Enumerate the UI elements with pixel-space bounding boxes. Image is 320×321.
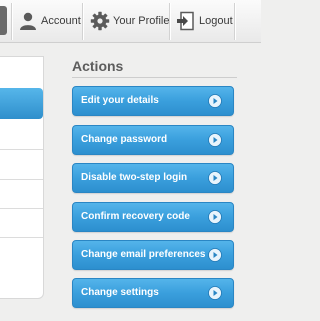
actions-heading: Actions [72, 58, 124, 74]
nav-item-label: Account [41, 15, 81, 27]
nav-item-label: Your Profile [113, 15, 170, 27]
nav-item-account[interactable]: Account [18, 9, 81, 33]
panel-header-bar [0, 88, 43, 119]
button-label: Edit your details [81, 95, 159, 106]
arrow-right-icon [208, 210, 222, 224]
change-settings-button[interactable]: Change settings [72, 278, 234, 308]
arrow-right-icon [208, 286, 222, 300]
arrow-right-icon [208, 94, 222, 108]
button-label: Change settings [81, 287, 159, 298]
button-label: Change password [81, 134, 168, 145]
nav-separator [169, 3, 171, 40]
nav-separator [234, 3, 236, 40]
row-divider [0, 149, 43, 150]
change-email-preferences-button[interactable]: Change email preferences [72, 240, 234, 270]
button-label: Change email preferences [81, 249, 206, 260]
top-nav-bar: Account Your Profile Logout [0, 0, 261, 43]
nav-item-logout[interactable]: Logout [176, 9, 233, 33]
arrow-right-icon [208, 133, 222, 147]
row-divider [0, 208, 43, 209]
button-label: Disable two-step login [81, 172, 188, 183]
disable-two-step-login-button[interactable]: Disable two-step login [72, 163, 234, 193]
arrow-right-icon [208, 248, 222, 262]
row-divider [0, 179, 43, 180]
nav-separator [82, 3, 84, 40]
logout-icon [176, 11, 196, 31]
change-password-button[interactable]: Change password [72, 125, 234, 155]
edit-details-button[interactable]: Edit your details [72, 86, 234, 116]
row-divider [0, 237, 43, 238]
nav-previous-item[interactable] [0, 6, 7, 35]
gear-icon [90, 11, 110, 31]
nav-item-your-profile[interactable]: Your Profile [90, 9, 169, 33]
nav-item-label: Logout [199, 15, 233, 27]
button-label: Confirm recovery code [81, 211, 190, 222]
left-content-panel [0, 56, 44, 299]
arrow-right-icon [208, 171, 222, 185]
confirm-recovery-code-button[interactable]: Confirm recovery code [72, 202, 234, 232]
actions-divider [72, 77, 237, 78]
user-icon [18, 11, 38, 31]
nav-separator [11, 3, 13, 40]
